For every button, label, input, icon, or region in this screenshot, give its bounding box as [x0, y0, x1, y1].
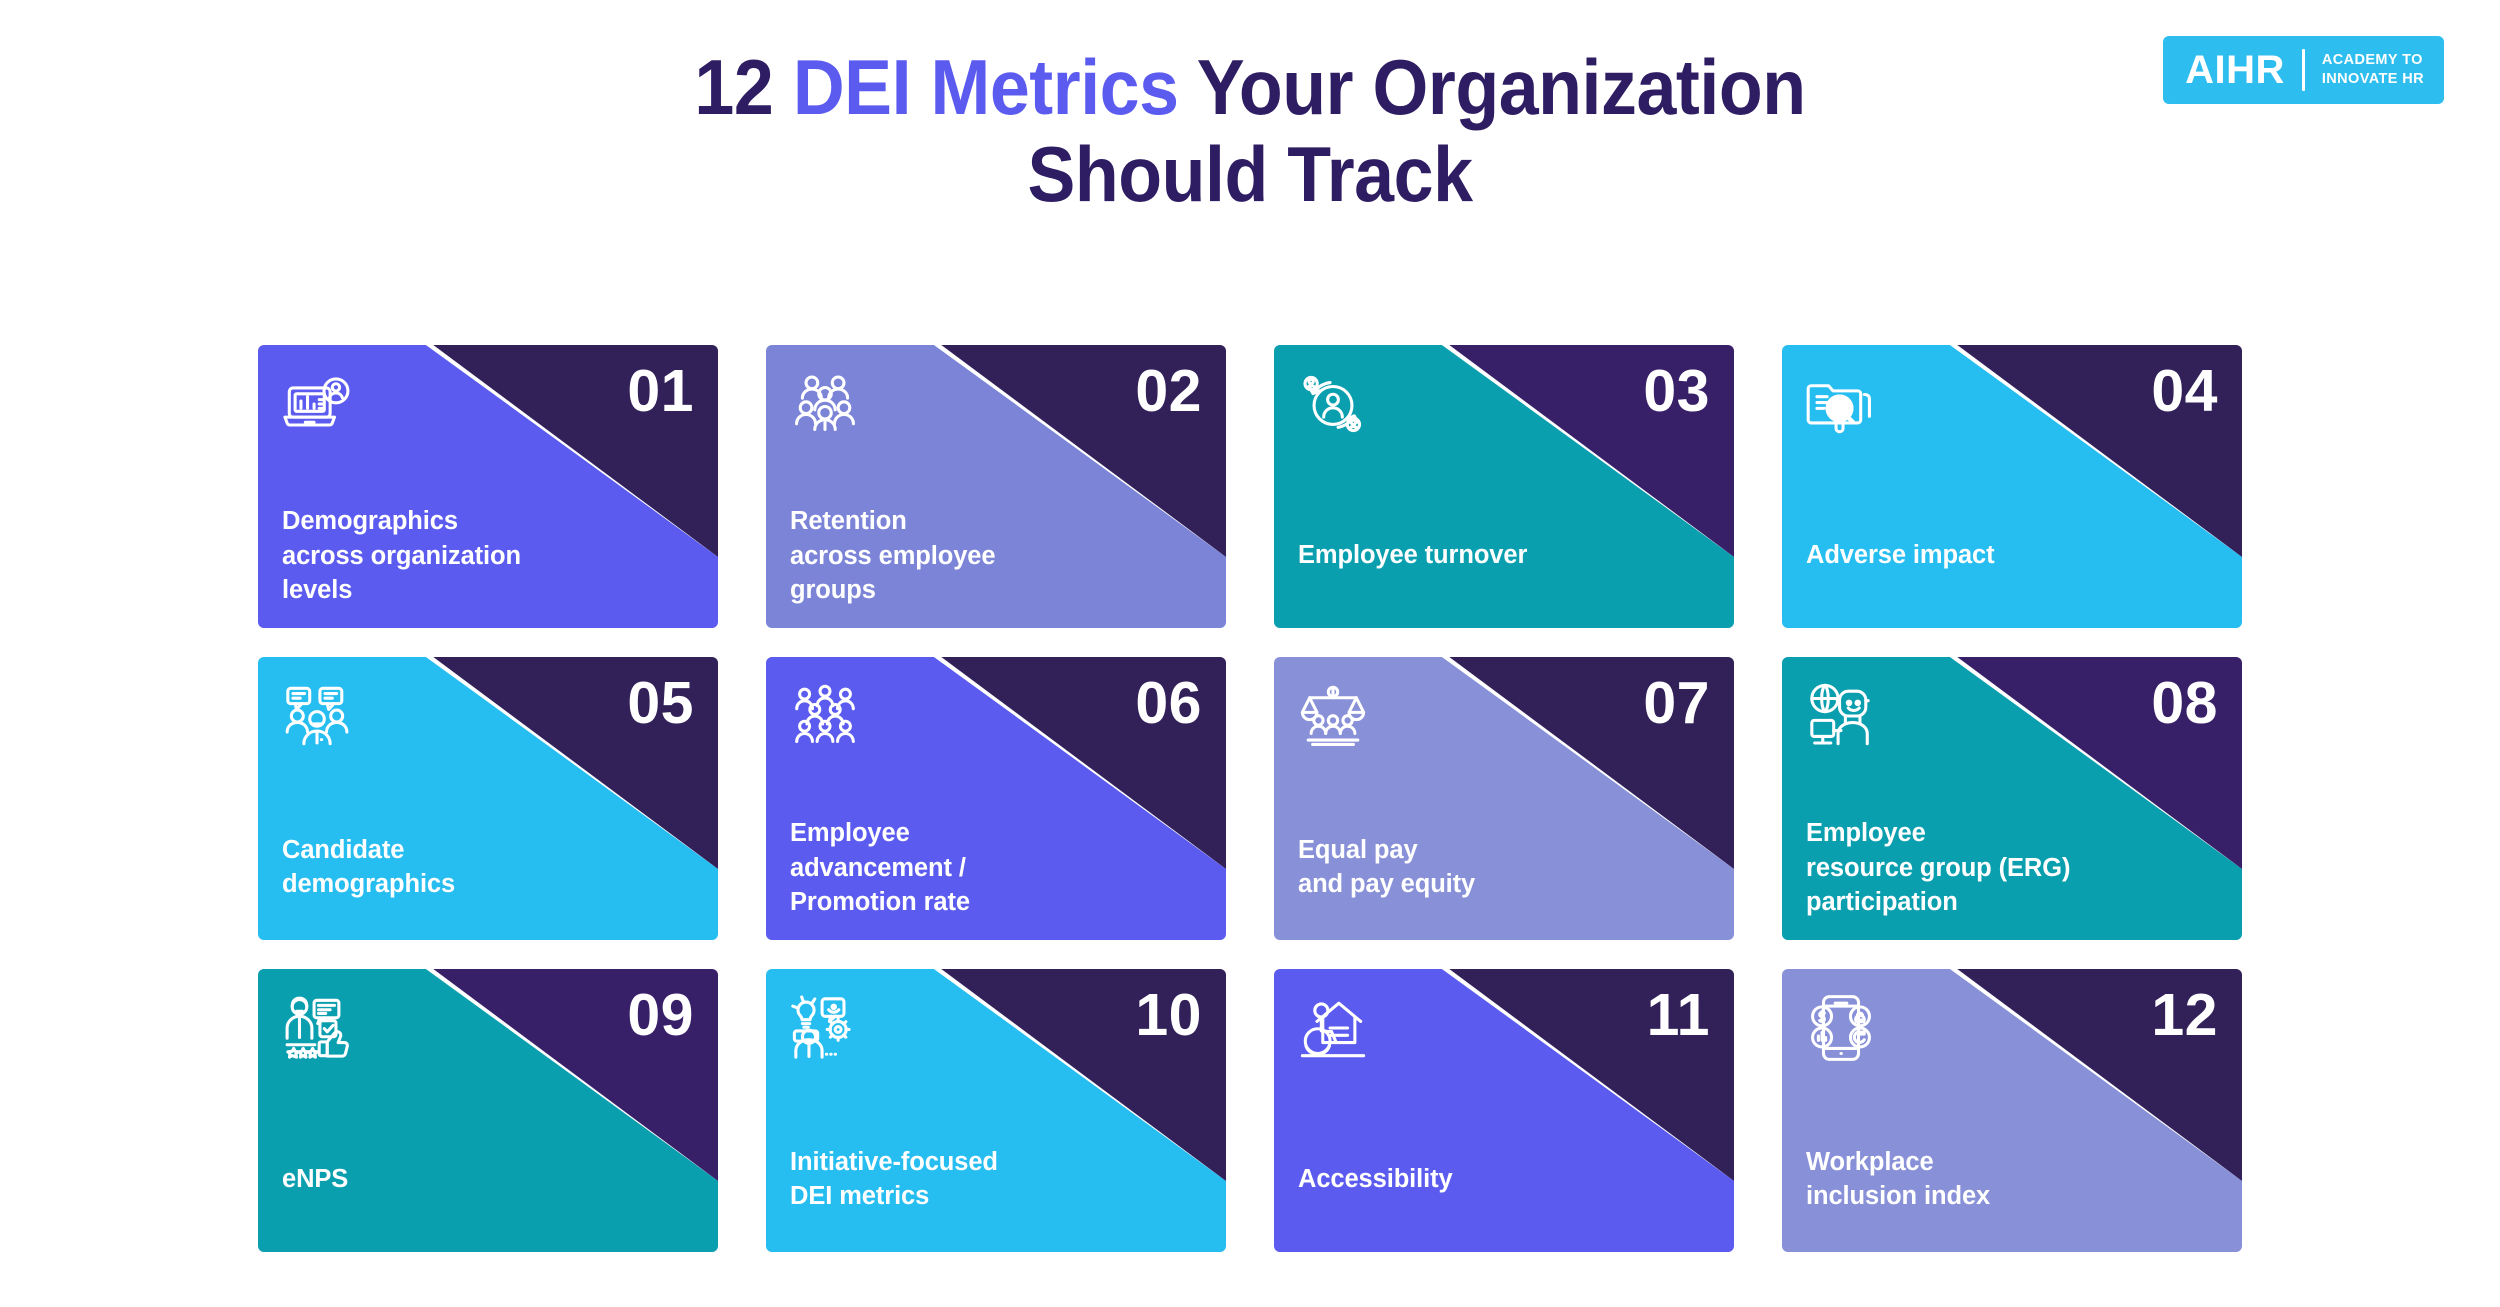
title-line-2: Should Track — [1027, 130, 1473, 219]
card-number: 07 — [1643, 670, 1710, 736]
card-label: Retention across employee groups — [790, 506, 996, 605]
card-label: Accessibility — [1298, 1165, 1453, 1194]
mobile-inclusion-index-icon — [1806, 993, 1876, 1063]
metric-card-04[interactable]: 04 Adverse impact — [1782, 345, 2242, 628]
card-number: 04 — [2151, 358, 2218, 424]
lightbulb-gear-people-icon — [790, 993, 860, 1063]
card-number: 11 — [1646, 982, 1710, 1048]
metric-card-03[interactable]: 03 Employee turnover — [1274, 345, 1734, 628]
card-label: Workplace inclusion index — [1806, 1147, 1991, 1211]
metric-card-12[interactable]: 12 Workplace inclusion index — [1782, 969, 2242, 1252]
card-number: 10 — [1135, 982, 1202, 1048]
metric-card-11[interactable]: 11 Accessibility — [1274, 969, 1734, 1252]
metric-card-10[interactable]: 10 Initiative-focused DEI metrics — [766, 969, 1226, 1252]
metric-card-05[interactable]: 05 Candidate demographics — [258, 657, 718, 940]
card-number: 02 — [1135, 358, 1202, 424]
metric-card-07[interactable]: 07 Equal pay and pay equity — [1274, 657, 1734, 940]
card-number: 09 — [627, 982, 694, 1048]
title-accent: DEI Metrics — [792, 43, 1179, 131]
metric-card-08[interactable]: 08 Employee resource group (ERG) partici… — [1782, 657, 2242, 940]
wheelchair-ramp-house-icon — [1298, 993, 1368, 1063]
metric-card-06[interactable]: 06 Employee advancement / Promotion rate — [766, 657, 1226, 940]
crowd-promotion-icon — [790, 681, 860, 751]
scales-pay-equity-icon — [1298, 681, 1368, 751]
card-label: Employee resource group (ERG) participat… — [1806, 818, 2071, 917]
card-label: Adverse impact — [1806, 541, 1995, 570]
card-label: Equal pay and pay equity — [1298, 835, 1476, 899]
card-label: Demographics across organization levels — [282, 506, 521, 605]
title-part-2: Your Organization — [1178, 43, 1806, 131]
metric-card-09[interactable]: 09 eNPS — [258, 969, 718, 1252]
globe-person-desk-icon — [1806, 681, 1876, 751]
card-label: Employee turnover — [1298, 541, 1528, 570]
card-number: 06 — [1135, 670, 1202, 736]
metric-card-01[interactable]: 01 Demographics across organization leve… — [258, 345, 718, 628]
survey-thumbs-up-stars-icon — [282, 993, 352, 1063]
card-number: 03 — [1643, 358, 1710, 424]
group-of-people-icon — [790, 369, 860, 439]
page-title: 12 DEI Metrics Your Organization Should … — [100, 43, 2400, 219]
card-number: 08 — [2151, 670, 2218, 736]
laptop-chart-person-icon — [282, 369, 352, 439]
card-label: eNPS — [282, 1165, 349, 1194]
people-speech-bubbles-icon — [282, 681, 352, 751]
turnover-cycle-people-icon — [1298, 369, 1368, 439]
title-part-1: 12 — [694, 43, 793, 131]
card-number: 12 — [2151, 982, 2218, 1048]
card-number: 05 — [627, 670, 694, 736]
card-number: 01 — [627, 358, 694, 424]
folder-magnifier-info-icon — [1806, 369, 1876, 439]
metrics-grid: 01 Demographics across organization leve… — [258, 345, 2244, 1252]
card-label: Candidate demographics — [282, 835, 456, 899]
metric-card-02[interactable]: 02 Retention across employee groups — [766, 345, 1226, 628]
card-label: Employee advancement / Promotion rate — [790, 818, 970, 917]
card-label: Initiative-focused DEI metrics — [790, 1147, 998, 1211]
